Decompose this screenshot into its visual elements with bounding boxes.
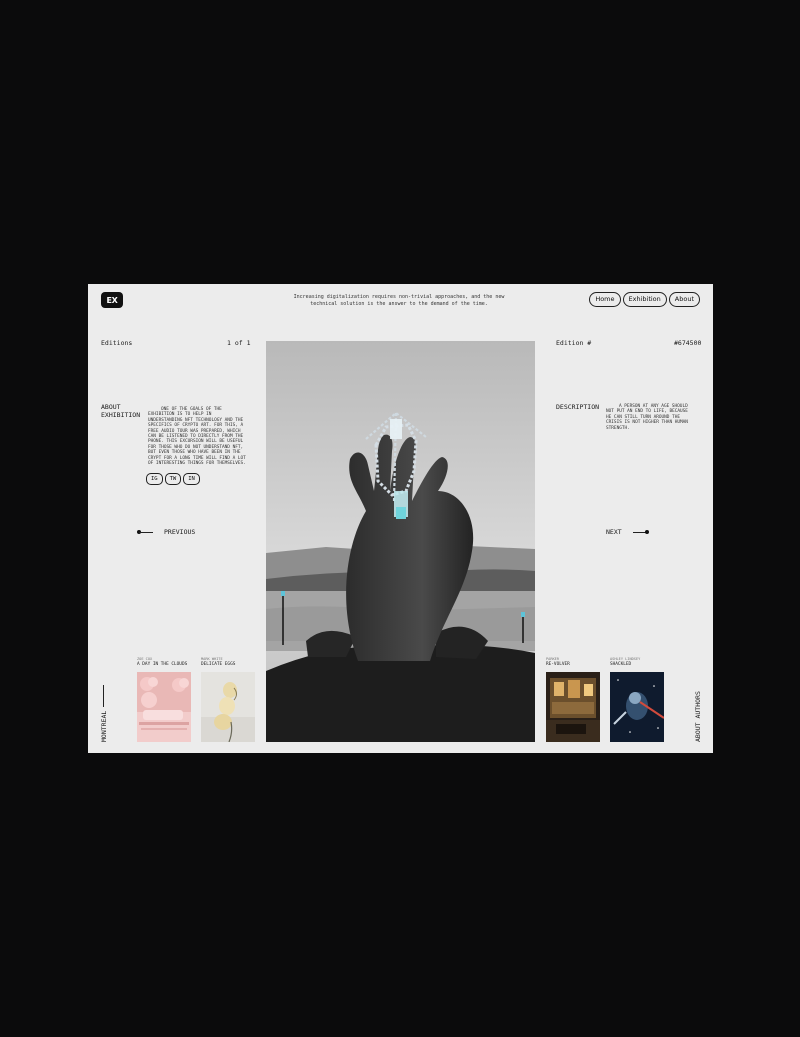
linkedin-button[interactable]: IN bbox=[183, 473, 200, 485]
thumb-a-day-in-the-clouds[interactable] bbox=[137, 672, 191, 742]
previous-label: PREVIOUS bbox=[164, 528, 196, 536]
next-arrow-dot-icon bbox=[645, 530, 649, 534]
thumb-caption-revolver: Parker RE-VOLVER bbox=[546, 657, 570, 667]
next-label: NEXT bbox=[606, 528, 622, 536]
about-label-line-1: ABOUT bbox=[101, 403, 121, 411]
thumb-caption-eggs: Mark White DELICATE EGGS bbox=[201, 657, 236, 667]
description-label: DESCRIPTION bbox=[556, 403, 600, 411]
about-exhibition-label: ABOUT EXHIBITION bbox=[101, 403, 140, 419]
main-nav: Home Exhibition About bbox=[589, 292, 700, 307]
nav-about-button[interactable]: About bbox=[668, 292, 700, 307]
description-text: A person at any age should not put an en… bbox=[606, 404, 688, 431]
previous-arrow-line-icon bbox=[139, 532, 153, 533]
exhibition-page: EX Increasing digitalization requires no… bbox=[88, 284, 713, 753]
page-count: 1 of 1 bbox=[227, 339, 251, 347]
thumb-shackled[interactable] bbox=[610, 672, 664, 742]
nav-home-button[interactable]: Home bbox=[589, 292, 621, 307]
edition-number: #674500 bbox=[674, 339, 702, 347]
thumb-delicate-eggs[interactable] bbox=[201, 672, 255, 742]
edition-label: Edition # bbox=[556, 339, 592, 347]
hero-artwork-image bbox=[266, 341, 535, 742]
about-label-line-2: EXHIBITION bbox=[101, 411, 141, 419]
about-text: One of the goals of the exhibition is to… bbox=[148, 407, 246, 467]
nav-exhibition-button[interactable]: Exhibition bbox=[622, 292, 667, 307]
city-label: MONTREAL bbox=[100, 710, 108, 742]
editions-label: Editions bbox=[101, 339, 133, 347]
about-authors-link[interactable]: ABOUT AUTHORS bbox=[694, 691, 702, 742]
twitter-button[interactable]: TW bbox=[164, 473, 182, 485]
logo[interactable]: EX bbox=[101, 292, 123, 308]
social-links: IG TW IN bbox=[146, 473, 200, 485]
thumb-re-volver[interactable] bbox=[546, 672, 600, 742]
header-tagline: Increasing digitalization requires non-t… bbox=[293, 294, 505, 307]
thumb-caption-shackled: Ashley Lindsey SHACKLED bbox=[610, 657, 641, 667]
city-divider bbox=[103, 685, 104, 707]
instagram-button[interactable]: IG bbox=[146, 473, 163, 485]
thumb-caption-clouds: Zoe Cox A DAY IN THE CLOUDS bbox=[137, 657, 188, 667]
